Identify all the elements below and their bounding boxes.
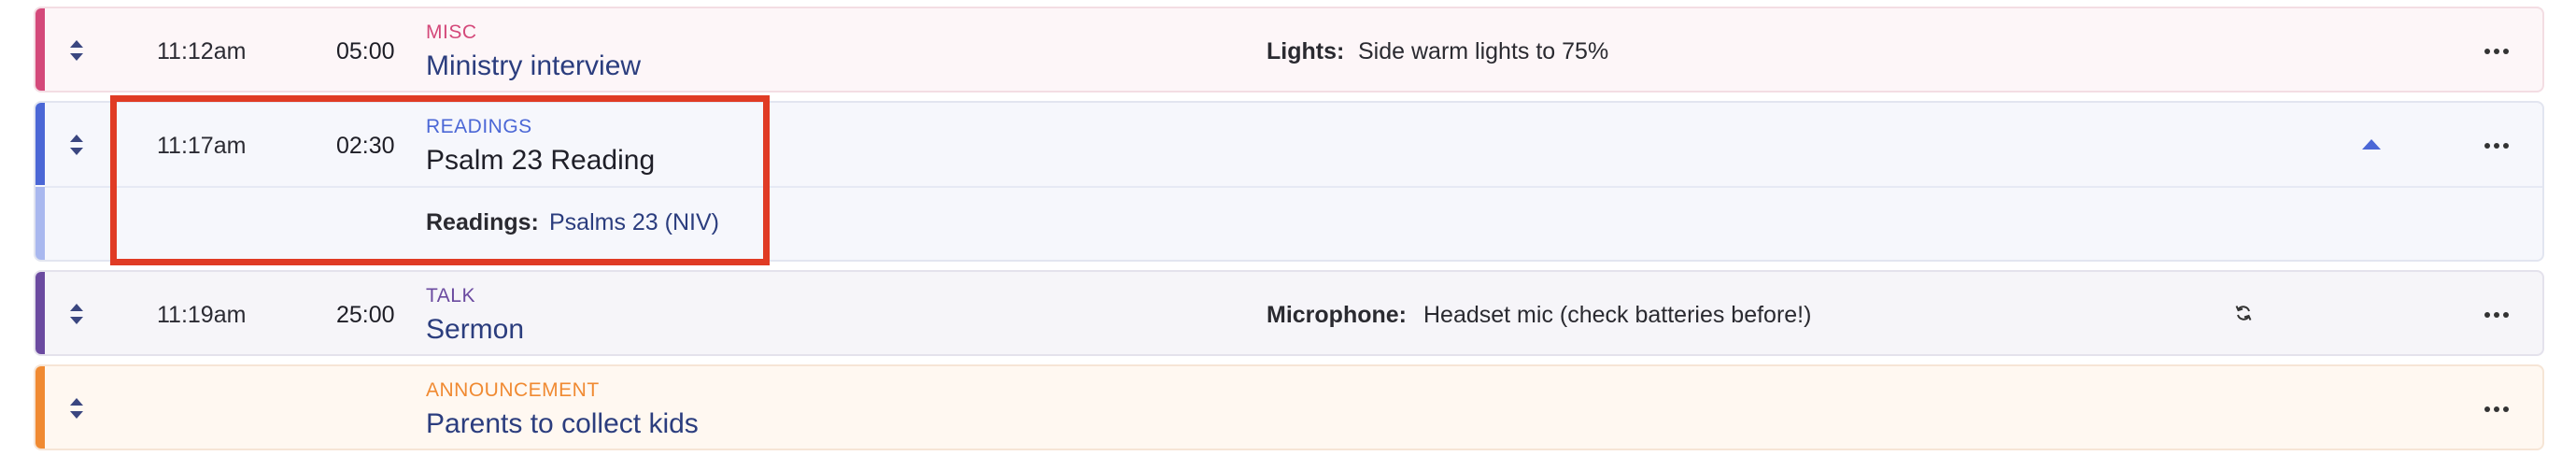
field-value: Headset mic (check batteries before!) xyxy=(1423,302,1812,328)
category-label: MISC xyxy=(426,21,477,43)
divider xyxy=(45,186,2542,188)
list-item[interactable]: 11:19am 25:00 TALK Sermon Microphone: He… xyxy=(34,270,2544,356)
item-title[interactable]: Parents to collect kids xyxy=(426,408,699,440)
item-title[interactable]: Ministry interview xyxy=(426,50,641,82)
detail-label: Readings: xyxy=(426,209,539,235)
list-item[interactable]: ANNOUNCEMENT Parents to collect kids xyxy=(34,364,2544,450)
category-stripe xyxy=(35,366,45,449)
drag-handle-icon[interactable] xyxy=(67,394,86,422)
more-horizontal-icon[interactable] xyxy=(2483,405,2511,414)
category-stripe xyxy=(35,8,45,91)
detail-value-link[interactable]: Psalms 23 (NIV) xyxy=(549,209,719,236)
start-time: 11:17am xyxy=(157,133,247,159)
start-time: 11:12am xyxy=(157,38,247,64)
category-stripe xyxy=(35,272,45,354)
item-title[interactable]: Sermon xyxy=(426,314,524,346)
category-stripe xyxy=(35,103,45,185)
category-stripe-light xyxy=(35,187,45,260)
start-time: 11:19am xyxy=(157,302,247,328)
duration: 02:30 xyxy=(336,133,395,159)
category-label: TALK xyxy=(426,285,475,306)
drag-handle-icon[interactable] xyxy=(67,131,86,159)
field-value: Side warm lights to 75% xyxy=(1358,38,1609,64)
duration: 05:00 xyxy=(336,38,395,64)
category-label: READINGS xyxy=(426,116,532,137)
list-item[interactable]: 11:12am 05:00 MISC Ministry interview Li… xyxy=(34,7,2544,93)
drag-handle-icon[interactable] xyxy=(67,36,86,64)
field-label: Microphone: xyxy=(1267,302,1407,328)
more-horizontal-icon[interactable] xyxy=(2483,310,2511,320)
run-sheet-list: 11:12am 05:00 MISC Ministry interview Li… xyxy=(0,0,2576,456)
list-item-expanded[interactable]: 11:17am 02:30 READINGS Psalm 23 Reading … xyxy=(34,101,2544,262)
sync-icon[interactable] xyxy=(2234,304,2253,322)
field-label: Lights: xyxy=(1267,38,1345,64)
drag-handle-icon[interactable] xyxy=(67,300,86,328)
category-label: ANNOUNCEMENT xyxy=(426,379,600,401)
item-title[interactable]: Psalm 23 Reading xyxy=(426,145,655,177)
caret-up-icon[interactable] xyxy=(2360,137,2383,150)
more-horizontal-icon[interactable] xyxy=(2483,141,2511,150)
more-horizontal-icon[interactable] xyxy=(2483,47,2511,56)
duration: 25:00 xyxy=(336,302,395,328)
